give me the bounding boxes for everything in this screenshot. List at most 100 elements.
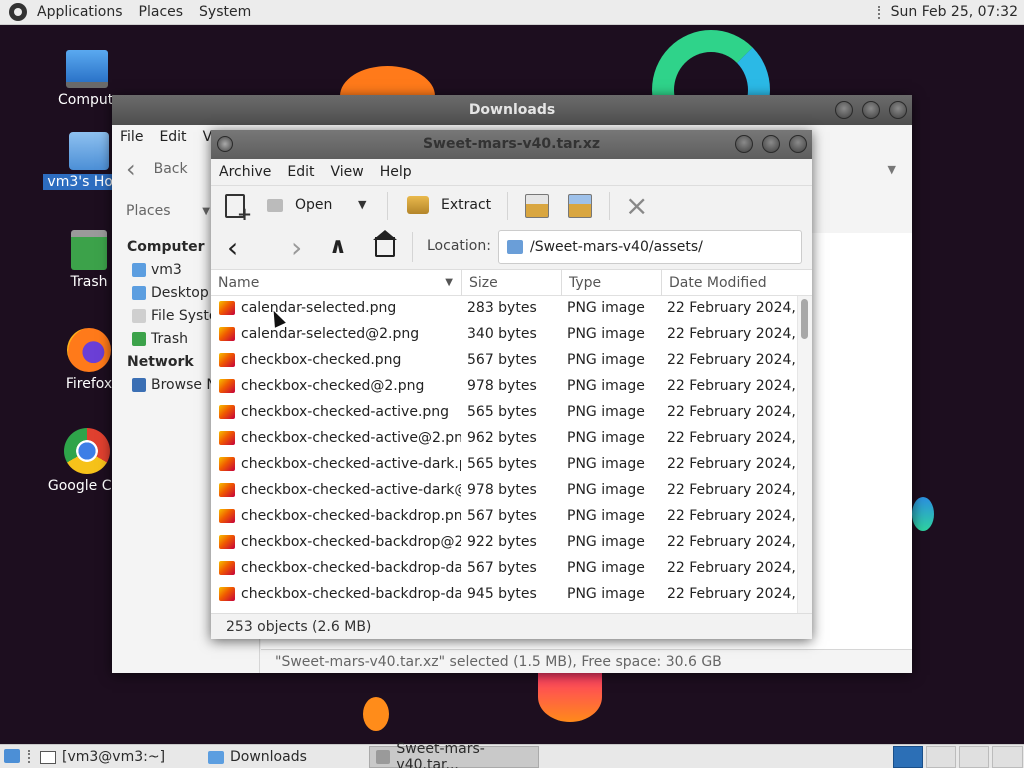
table-row[interactable]: checkbox-checked-backdrop-dar... 567 byte… [211,555,797,581]
table-row[interactable]: checkbox-checked-active.png 565 bytes PNG … [211,399,797,425]
location-value: /Sweet-mars-v40/assets/ [530,239,703,255]
stop-icon[interactable]: × [625,189,648,222]
table-row[interactable]: checkbox-checked-backdrop.png 567 bytes PN… [211,503,797,529]
table-row[interactable]: checkbox-checked-backdrop@2.p... 922 byte… [211,529,797,555]
gnome-foot-icon[interactable] [9,3,27,21]
table-row[interactable]: checkbox-checked.png 567 bytes PNG image 22… [211,347,797,373]
table-row[interactable]: checkbox-checked-active-dark@2... 978 byt… [211,477,797,503]
places-dropdown[interactable]: Places ▼ [126,203,210,221]
menu-view[interactable]: View [323,164,372,180]
extract-button[interactable]: Extract [407,196,491,214]
chrome-icon [64,428,110,474]
task-label: [vm3@vm3:~] [62,749,166,765]
column-date-modified[interactable]: Date Modified [662,270,800,296]
workspace-3[interactable] [959,746,989,768]
open-button[interactable]: Open [267,197,332,213]
task-downloads[interactable]: Downloads [202,746,368,768]
open-dropdown-icon[interactable]: ▼ [358,198,366,211]
add-files-icon[interactable] [525,194,549,218]
window-title: Downloads [468,102,556,118]
cell-size: 565 bytes [467,456,537,472]
cell-type: PNG image [567,300,645,316]
cell-size: 340 bytes [467,326,537,342]
folder-icon [507,240,523,254]
column-label: Size [469,275,498,291]
maximize-button[interactable] [862,101,880,119]
view-dropdown-icon[interactable]: ▼ [888,163,896,176]
menu-edit[interactable]: Edit [151,129,194,145]
maximize-button[interactable] [762,135,780,153]
cell-date: 22 February 2024, ... [667,560,797,576]
minimize-button[interactable] [835,101,853,119]
toolbar-separator [507,192,508,220]
cell-size: 283 bytes [467,300,537,316]
back-arrow-icon[interactable]: ‹ [227,231,238,264]
cell-name: checkbox-checked-backdrop.png [241,508,461,524]
show-desktop-icon[interactable] [4,749,20,763]
archive-titlebar[interactable]: Sweet-mars-v40.tar.xz [211,130,812,159]
column-name[interactable]: Name ▼ [211,270,462,296]
column-size[interactable]: Size [462,270,562,296]
forward-arrow-icon[interactable]: › [291,231,302,264]
table-row[interactable]: calendar-selected.png 283 bytes PNG image 2… [211,295,797,321]
menu-edit[interactable]: Edit [279,164,322,180]
applications-menu[interactable]: Applications [29,4,131,20]
extract-label: Extract [441,197,492,213]
sidebar-item-vm3[interactable]: vm3 [132,262,182,278]
column-label: Name [218,275,260,291]
close-button[interactable] [889,101,907,119]
png-file-icon [219,587,235,601]
cell-date: 22 February 2024, ... [667,534,797,550]
panel-handle-icon [878,6,882,19]
wallpaper-blob-pink [538,672,602,722]
places-menu[interactable]: Places [131,4,192,20]
cell-name: checkbox-checked@2.png [241,378,425,394]
column-type[interactable]: Type [562,270,662,296]
workspace-1[interactable] [893,746,923,768]
cell-size: 565 bytes [467,404,537,420]
top-panel: Applications Places System Sun Feb 25, 0… [0,0,1024,25]
up-arrow-icon[interactable]: ∧ [329,234,347,259]
scrollbar-thumb[interactable] [801,299,808,339]
home-icon[interactable] [375,237,395,257]
desktop-folder-icon [132,286,146,300]
task-terminal[interactable]: [vm3@vm3:~] [34,746,200,768]
open-label: Open [295,197,333,213]
sidebar-item-trash[interactable]: Trash [132,331,188,347]
close-button[interactable] [789,135,807,153]
archive-statusbar: 253 objects (2.6 MB) [211,613,812,639]
system-menu[interactable]: System [191,4,259,20]
table-row[interactable]: checkbox-checked-active-dark.png 565 byte… [211,451,797,477]
cell-date: 22 February 2024, ... [667,482,797,498]
back-button[interactable]: ‹ Back [126,157,188,181]
workspace-2[interactable] [926,746,956,768]
add-folder-icon[interactable] [568,194,592,218]
location-field[interactable]: /Sweet-mars-v40/assets/ [498,230,802,264]
menu-archive[interactable]: Archive [211,164,279,180]
workspace-4[interactable] [992,746,1023,768]
panel-handle-icon [28,750,32,763]
task-archive[interactable]: Sweet-mars-v40.tar... [369,741,539,768]
table-row[interactable]: checkbox-checked-backdrop-dar... 945 byte… [211,581,797,607]
cell-size: 945 bytes [467,586,537,602]
table-row[interactable]: checkbox-checked@2.png 978 bytes PNG image… [211,373,797,399]
sidebar-heading-computer: Computer [127,239,205,255]
clock[interactable]: Sun Feb 25, 07:32 [891,4,1018,20]
png-file-icon [219,405,235,419]
folder-open-icon [267,198,283,212]
menu-file[interactable]: File [112,129,151,145]
table-row[interactable]: calendar-selected@2.png 340 bytes PNG imag… [211,321,797,347]
scrollbar[interactable] [797,296,812,613]
table-row[interactable]: checkbox-checked-active@2.png 962 bytes PN… [211,425,797,451]
png-file-icon [219,535,235,549]
sidebar-item-label: Trash [151,331,188,347]
cell-name: checkbox-checked-active.png [241,404,450,420]
minimize-button[interactable] [735,135,753,153]
places-label: Places [126,203,171,219]
firefox-icon [67,328,111,372]
menu-help[interactable]: Help [372,164,420,180]
sidebar-item-desktop[interactable]: Desktop [132,285,209,301]
downloads-titlebar[interactable]: Downloads [112,95,912,125]
archive-menu-icon[interactable] [217,136,233,152]
png-file-icon [219,379,235,393]
